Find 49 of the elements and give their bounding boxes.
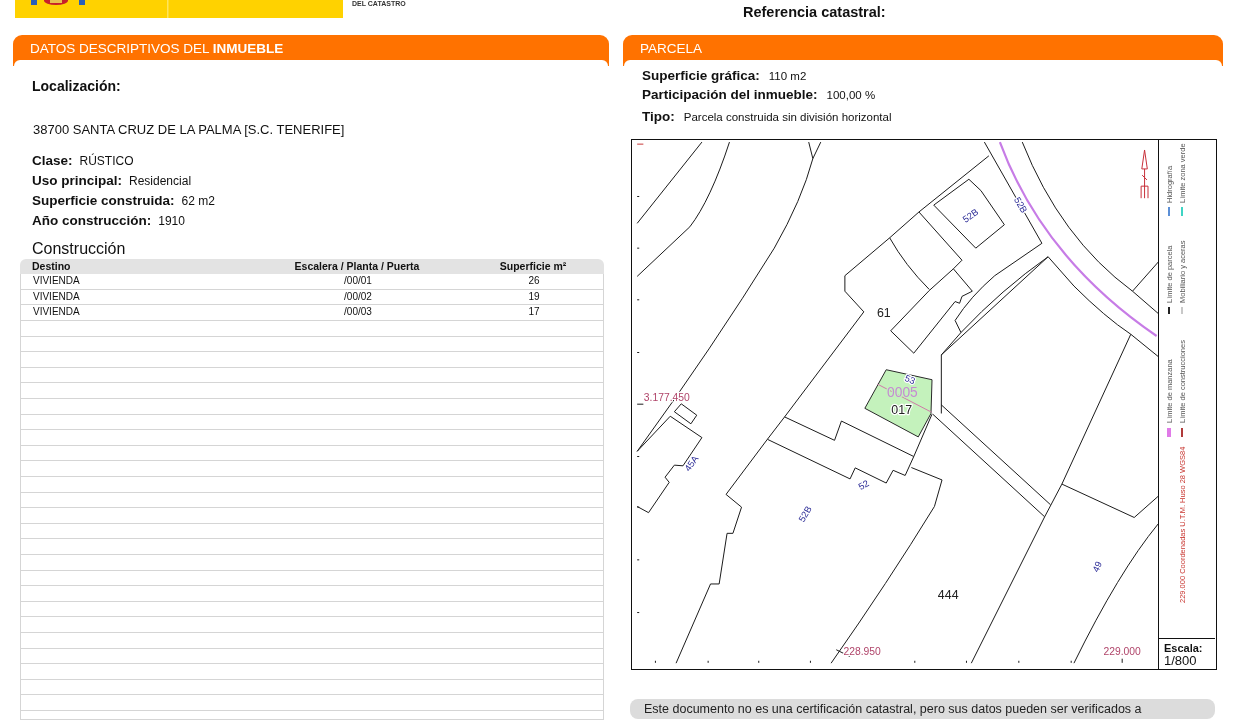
table-cell-text: VIVIENDA bbox=[32, 289, 81, 304]
table-cell-text: VIVIENDA bbox=[32, 305, 81, 320]
field-value: RÚSTICO bbox=[79, 152, 134, 170]
parcel-number: 61 bbox=[876, 305, 891, 320]
notice-text: Este documento no es una certificación catastral, pero sus datos pueden ser verificados a bbox=[630, 699, 1215, 719]
section-header: PARCELA bbox=[623, 35, 1223, 66]
table-cell-text: /00/01 bbox=[343, 274, 373, 288]
scale-label: Escala: bbox=[1164, 642, 1204, 654]
field-label: Clase: bbox=[32, 152, 73, 170]
column-header: Destino bbox=[31, 259, 72, 274]
street-number: 45A bbox=[682, 453, 701, 474]
field-label: Año construcción: bbox=[32, 212, 152, 230]
coordinate-label: 229.000 bbox=[1103, 645, 1141, 657]
reference-label: Referencia catastral: bbox=[742, 3, 887, 21]
field-label: Uso principal: bbox=[32, 172, 122, 190]
column-header: Superficie m² bbox=[498, 259, 568, 274]
construction-heading: Construcción bbox=[32, 239, 127, 259]
logo-icon bbox=[15, 0, 343, 18]
field-label: Superficie gráfica: bbox=[642, 67, 760, 85]
table-cell-text: 19 bbox=[527, 289, 541, 304]
table-cell-text: VIVIENDA bbox=[32, 274, 81, 288]
field-value: Parcela construida sin división horizontal bbox=[683, 110, 892, 125]
address-text: 38700 SANTA CRUZ DE LA PALMA [S.C. TENERIFE] bbox=[33, 122, 346, 137]
field-label: Tipo: bbox=[642, 108, 675, 126]
highlighted-parcel bbox=[864, 369, 933, 438]
field-value: Residencial bbox=[129, 173, 192, 190]
street-number: 49 bbox=[1090, 559, 1105, 574]
scale-value: 1/800 bbox=[1164, 654, 1198, 668]
table-cell-text: /00/03 bbox=[343, 305, 373, 320]
table-cell-text: 26 bbox=[527, 274, 541, 288]
column-header: Escalera / Planta / Puerta bbox=[293, 259, 421, 274]
parcel-number: 017 bbox=[891, 403, 913, 418]
north-arrow-icon bbox=[1140, 149, 1149, 199]
field-value: 1910 bbox=[158, 213, 185, 230]
edge-tick bbox=[636, 143, 644, 145]
street-number: 52 bbox=[856, 478, 871, 493]
field-label: Participación del inmueble: bbox=[642, 86, 818, 104]
field-value: 62 m2 bbox=[181, 193, 215, 210]
location-label: Localización: bbox=[32, 77, 122, 96]
field-value: 110 m2 bbox=[768, 69, 807, 84]
section-header: DATOS DESCRIPTIVOS DEL INMUEBLE bbox=[13, 35, 609, 66]
street-number: 52B bbox=[960, 206, 981, 225]
table-cell-text: 17 bbox=[527, 305, 541, 320]
field-label: Superficie construida: bbox=[32, 192, 175, 210]
table-cell-text: /00/02 bbox=[343, 289, 373, 304]
field-value: 100,00 % bbox=[826, 88, 876, 103]
parcel-number: 444 bbox=[937, 588, 959, 603]
street-number: 53 bbox=[903, 373, 917, 387]
coordinate-label: 228.950 bbox=[843, 645, 881, 657]
